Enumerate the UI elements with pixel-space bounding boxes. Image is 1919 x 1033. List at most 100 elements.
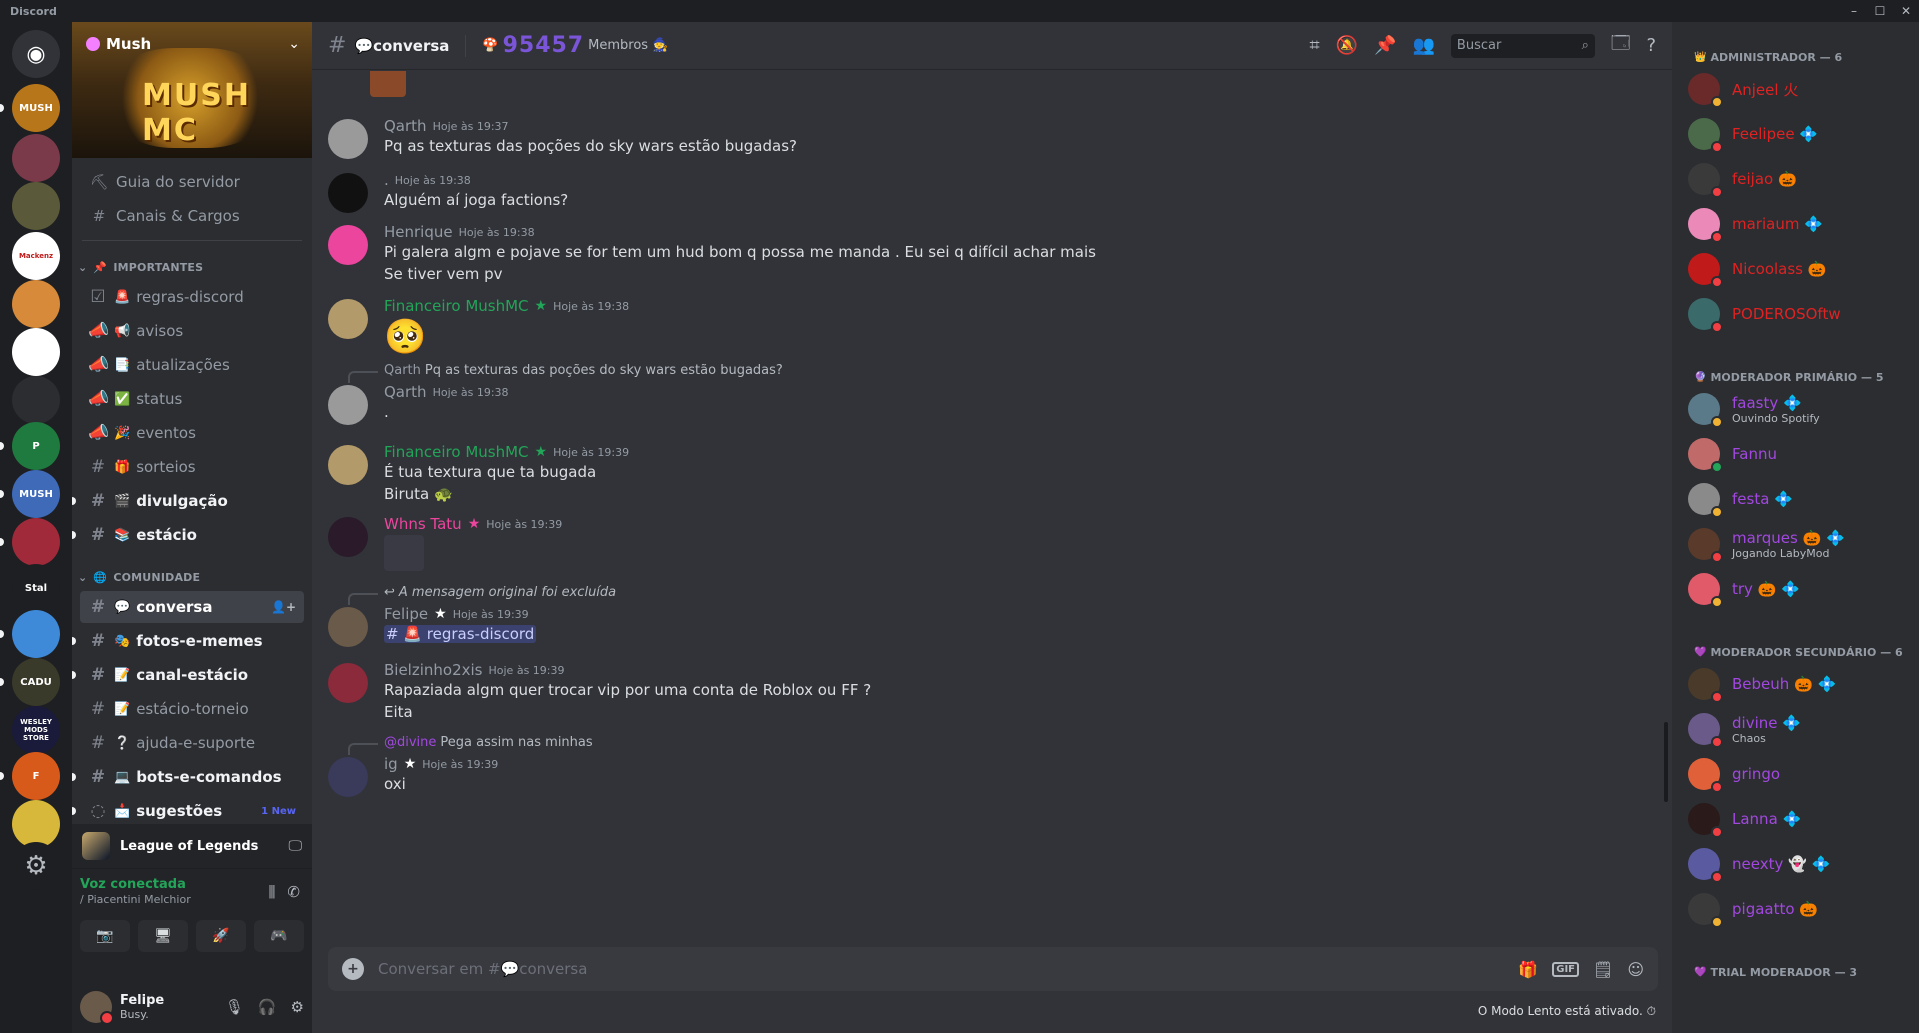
message[interactable]: ↩ A mensagem original foi excluída Felipe ★… xyxy=(328,585,1628,647)
member-item[interactable]: Lanna 💠 xyxy=(1680,797,1911,841)
channel-conversa[interactable]: # 💬 conversa 👤+ xyxy=(80,591,304,623)
server-gold-icon[interactable] xyxy=(12,800,60,848)
member-item[interactable]: pigaatto 🎃 xyxy=(1680,887,1911,931)
reply-preview[interactable]: ↩ A mensagem original foi excluída xyxy=(384,585,616,600)
channel-eventos[interactable]: 📣 🎉 eventos xyxy=(80,417,304,449)
message-author[interactable]: Bielzinho2xis xyxy=(384,661,483,679)
server-pizza-icon[interactable] xyxy=(12,280,60,328)
channel-sorteios[interactable]: # 🎁 sorteios xyxy=(80,451,304,483)
user-avatar[interactable] xyxy=(328,119,368,159)
member-item[interactable]: try 🎃 💠 xyxy=(1680,567,1911,611)
message[interactable]: Financeiro MushMC ★ Hoje às 19:38 🥺 xyxy=(328,297,1628,365)
server-wesley-icon[interactable]: WESLEY MODS STORE xyxy=(12,706,60,754)
threads-icon[interactable]: ⌗ xyxy=(1310,35,1320,56)
message[interactable]: . Hoje às 19:38 Alguém aí joga factions? xyxy=(328,171,1628,213)
server-stal-icon[interactable]: Stal xyxy=(12,564,60,612)
message[interactable]: @divine Pega assim nas minhas ig ★ Hoje às 1… xyxy=(328,735,1628,797)
sticker-image[interactable] xyxy=(384,535,424,571)
message-author[interactable]: Qarth xyxy=(384,117,427,135)
server-mackenzie-icon[interactable]: Mackenz xyxy=(12,232,60,280)
message-author[interactable]: Qarth xyxy=(384,383,427,401)
image-attachment[interactable] xyxy=(370,71,406,97)
channel-bots-e-comandos[interactable]: # 💻 bots-e-comandos xyxy=(72,761,304,793)
channel-fotos-e-memes[interactable]: # 🎭 fotos-e-memes xyxy=(72,625,304,657)
reply-preview[interactable]: @divine Pega assim nas minhas xyxy=(384,735,593,750)
gift-icon[interactable]: 🎁 xyxy=(1518,960,1538,979)
member-item[interactable]: neexty 👻 💠 xyxy=(1680,842,1911,886)
channel-estácio[interactable]: # 📚 estácio xyxy=(72,519,304,551)
category-header[interactable]: ⌄ 📌 IMPORTANTES xyxy=(72,255,312,279)
user-avatar[interactable] xyxy=(328,445,368,485)
headphones-icon[interactable]: 🎧 xyxy=(258,998,277,1016)
user-avatar[interactable] xyxy=(328,663,368,703)
server-triangle-icon[interactable] xyxy=(12,376,60,424)
channel-ajuda-e-suporte[interactable]: # ❔ ajuda-e-suporte xyxy=(80,727,304,759)
channel-canal-estácio[interactable]: # 📝 canal-estácio xyxy=(72,659,304,691)
activity-panel[interactable]: League of Legends 🖵 xyxy=(72,824,312,868)
member-item[interactable]: faasty 💠 Ouvindo Spotify xyxy=(1680,387,1911,431)
discover-icon[interactable]: ⚙ xyxy=(12,842,60,890)
user-avatar[interactable] xyxy=(80,990,114,1025)
server-banner[interactable]: MUSH MC Mush ⌄ xyxy=(72,22,312,158)
server-chip-icon[interactable] xyxy=(12,328,60,376)
message-author[interactable]: Financeiro MushMC xyxy=(384,297,529,315)
gif-icon[interactable]: GIF xyxy=(1552,961,1579,977)
settings-gear-icon[interactable]: ⚙ xyxy=(291,998,304,1016)
server-header[interactable]: Mush ⌄ xyxy=(86,32,300,56)
member-item[interactable]: festa 💠 xyxy=(1680,477,1911,521)
server-mush-icon[interactable]: MUSH xyxy=(12,84,60,132)
member-item[interactable]: mariaum 💠 xyxy=(1680,202,1911,246)
message-author[interactable]: Whns Tatu xyxy=(384,515,462,533)
message[interactable]: Qarth Hoje às 19:37 Pq as texturas das poç… xyxy=(328,117,1628,159)
user-avatar[interactable] xyxy=(328,173,368,213)
member-item[interactable]: PODEROSOftw xyxy=(1680,292,1911,336)
inbox-icon[interactable]: 🗔 xyxy=(1611,31,1631,61)
nav-channels-roles[interactable]: # Canais & Cargos xyxy=(80,200,304,232)
server-mush2-icon[interactable]: MUSH xyxy=(12,470,60,518)
user-avatar[interactable] xyxy=(328,517,368,557)
member-item[interactable]: Fannu xyxy=(1680,432,1911,476)
channel-atualizações[interactable]: 📣 📑 atualizações xyxy=(80,349,304,381)
help-icon[interactable]: ? xyxy=(1646,35,1656,56)
member-item[interactable]: Feelipee 💠 xyxy=(1680,112,1911,156)
soundboard-button[interactable]: 🎮 xyxy=(254,920,304,952)
message-author[interactable]: . xyxy=(384,171,389,189)
member-item[interactable]: feijao 🎃 xyxy=(1680,157,1911,201)
message-composer[interactable]: + Conversar em #💬conversa 🎁 GIF 🗒 ☺ xyxy=(328,947,1658,991)
pin-icon[interactable]: 📌 xyxy=(1374,35,1396,56)
message-author[interactable]: Financeiro MushMC xyxy=(384,443,529,461)
member-item[interactable]: marques 🎃 💠 Jogando LabyMod xyxy=(1680,522,1911,566)
microphone-icon[interactable]: 🎙 xyxy=(225,998,244,1016)
chevron-down-icon[interactable]: ⌄ xyxy=(288,36,300,52)
message-author[interactable]: Felipe xyxy=(384,605,428,623)
search-input[interactable]: Buscar ⌕ xyxy=(1450,33,1595,58)
channel-mention[interactable]: # 🚨 regras-discord xyxy=(384,625,537,643)
user-avatar[interactable] xyxy=(328,607,368,647)
member-item[interactable]: Anjeel 火 xyxy=(1680,67,1911,111)
minimize-button[interactable]: – xyxy=(1841,4,1867,18)
server-cadu-icon[interactable]: CADU xyxy=(12,658,60,706)
screen-share-button[interactable]: 🖥 xyxy=(138,920,188,952)
category-header[interactable]: ⌄ 🌐 COMUNIDADE xyxy=(72,565,312,589)
server-soldier-icon[interactable] xyxy=(12,182,60,230)
user-avatar[interactable] xyxy=(328,757,368,797)
channel-divulgação[interactable]: # 🎬 divulgação xyxy=(72,485,304,517)
invite-icon[interactable]: 👤+ xyxy=(271,600,296,614)
server-avatar-icon[interactable] xyxy=(12,134,60,182)
server-f-icon[interactable]: F xyxy=(12,752,60,800)
message[interactable]: Financeiro MushMC ★ Hoje às 19:39 É tua tex… xyxy=(328,443,1628,505)
sticker-icon[interactable]: 🗒 xyxy=(1593,960,1613,979)
message-input[interactable]: Conversar em #💬conversa xyxy=(378,960,1504,978)
nav-server-guide[interactable]: ⛏ Guia do servidor xyxy=(80,166,304,198)
channel-regras-discord[interactable]: ☑ 🚨 regras-discord xyxy=(80,281,304,313)
member-item[interactable]: divine 💠 Chaos xyxy=(1680,707,1911,751)
message[interactable]: Whns Tatu ★ Hoje às 19:39 xyxy=(328,515,1628,571)
maximize-button[interactable]: ☐ xyxy=(1867,4,1893,18)
message[interactable]: Qarth Pq as texturas das poções do sky wa… xyxy=(328,363,1628,425)
message-author[interactable]: Henrique xyxy=(384,223,453,241)
close-button[interactable]: ✕ xyxy=(1893,4,1919,18)
message[interactable]: Bielzinho2xis Hoje às 19:39 Rapaziada algm… xyxy=(328,661,1628,723)
user-avatar[interactable] xyxy=(328,225,368,265)
user-avatar[interactable] xyxy=(328,385,368,425)
screen-share-icon[interactable]: 🖵 xyxy=(289,838,303,854)
